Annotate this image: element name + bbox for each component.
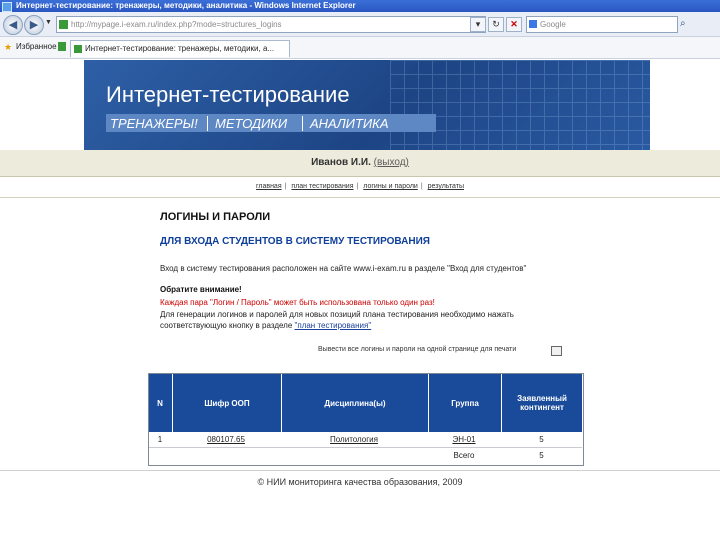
row-contingent: 5 — [539, 435, 544, 444]
google-search-icon — [529, 20, 537, 28]
column-header-n: N — [157, 398, 163, 408]
window-title: Интернет-тестирование: тренажеры, методи… — [16, 1, 356, 10]
window-title-bar: Интернет-тестирование: тренажеры, методи… — [0, 0, 720, 12]
page-title: ЛОГИНЫ И ПАРОЛИ — [160, 211, 271, 223]
page-icon — [58, 42, 66, 51]
row-number: 1 — [157, 435, 163, 444]
table-row-divider — [149, 447, 582, 448]
footer-divider — [0, 470, 720, 471]
section-title: ДЛЯ ВХОДА СТУДЕНТОВ В СИСТЕМУ ТЕСТИРОВАН… — [160, 236, 430, 247]
user-info: Иванов И.И. (выход) — [0, 157, 720, 168]
search-box[interactable]: Google — [526, 16, 678, 33]
history-dropdown-icon[interactable]: ▼ — [45, 19, 52, 26]
favorites-label[interactable]: Избранное — [16, 42, 57, 51]
total-value: 5 — [539, 451, 544, 460]
stop-button[interactable]: ✕ — [506, 17, 522, 32]
address-text: http://mypage.i-exam.ru/index.php?mode=s… — [71, 20, 282, 29]
banner-nav-methods[interactable]: МЕТОДИКИ — [215, 116, 287, 131]
tab-label: Интернет-тестирование: тренажеры, методи… — [85, 44, 275, 53]
banner-nav-separator — [207, 116, 208, 131]
print-all-text[interactable]: Вывести все логины и пароли на одной стр… — [318, 346, 516, 353]
logout-link[interactable]: (выход) — [374, 157, 409, 168]
top-menu: главная | план тестирования | логины и пар… — [255, 183, 465, 190]
browser-tab[interactable]: Интернет-тестирование: тренажеры, методи… — [70, 40, 290, 57]
banner-nav-analytics[interactable]: АНАЛИТИКА — [310, 116, 389, 131]
column-header-group: Группа — [428, 374, 501, 432]
site-title: Интернет-тестирование — [106, 82, 350, 107]
attention-title: Обратите внимание! — [160, 285, 242, 294]
ie-app-icon — [2, 2, 12, 12]
tab-page-icon — [74, 45, 82, 53]
row-code-link[interactable]: 080107.65 — [172, 435, 280, 444]
user-name: Иванов И.И. — [311, 157, 371, 168]
menu-logins[interactable]: логины и пароли — [363, 183, 418, 190]
column-header-discipline: Дисциплина(ы) — [281, 374, 428, 432]
row-group-link[interactable]: ЭН-01 — [428, 435, 500, 444]
footer-copyright: © НИИ мониторинга качества образования, … — [257, 477, 463, 487]
column-header-contingent: Заявленный контингент — [501, 374, 582, 432]
menu-results[interactable]: результаты — [428, 183, 464, 190]
address-dropdown-button[interactable]: ▾ — [470, 17, 486, 32]
back-button[interactable]: ◀ — [3, 15, 23, 35]
address-bar[interactable]: http://mypage.i-exam.ru/index.php?mode=s… — [56, 16, 486, 33]
generate-instruction-prefix: соответствующую кнопку в разделе — [160, 321, 295, 330]
generate-instruction-line1: Для генерации логинов и паролей для новы… — [160, 310, 514, 319]
search-placeholder: Google — [540, 20, 566, 29]
test-plan-link[interactable]: "план тестирования" — [295, 321, 372, 330]
search-magnifier-icon[interactable]: ⌕ — [680, 18, 686, 29]
column-header-code: Шифр ООП — [172, 374, 281, 432]
menu-home[interactable]: главная — [256, 183, 282, 190]
attention-warning: Каждая пара "Логин / Пароль" может быть … — [160, 298, 435, 307]
banner-nav-trainers[interactable]: ТРЕНАЖЕРЫ! — [110, 116, 198, 131]
generate-instruction-line2: соответствующую кнопку в разделе "план т… — [160, 321, 371, 330]
total-label: Всего — [453, 451, 475, 460]
printer-icon[interactable] — [551, 346, 562, 356]
favorites-star-icon[interactable]: ★ — [4, 42, 12, 53]
refresh-button[interactable]: ↻ — [488, 17, 504, 32]
page-icon — [59, 20, 68, 29]
menu-test-plan[interactable]: план тестирования — [291, 183, 353, 190]
entry-info-text: Вход в систему тестирования расположен н… — [160, 264, 527, 273]
banner-nav-separator — [302, 116, 303, 131]
row-discipline-link[interactable]: Политология — [281, 435, 427, 444]
forward-button[interactable]: ▶ — [24, 15, 44, 35]
